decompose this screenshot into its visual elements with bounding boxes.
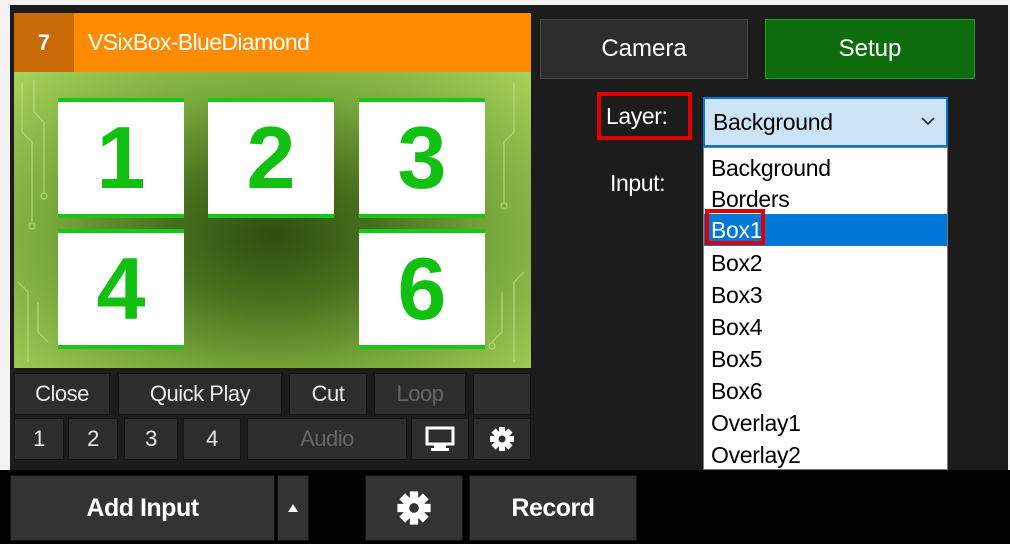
layer-option-box6[interactable]: Box6 — [704, 375, 947, 407]
overlay-2-button[interactable]: 2 — [68, 418, 118, 460]
vmix-input-window: 7 VSixBox-BlueDiamond 1 2 3 4 6 Close Qu… — [0, 0, 1010, 544]
layer-option-box5[interactable]: Box5 — [704, 343, 947, 375]
add-input-dropdown-button[interactable] — [277, 475, 309, 541]
layer-option-box3[interactable]: Box3 — [704, 279, 947, 311]
tab-setup[interactable]: Setup — [765, 19, 975, 79]
layer-option-box4[interactable]: Box4 — [704, 311, 947, 343]
input-title: VSixBox-BlueDiamond — [88, 29, 310, 55]
layer-option-box2[interactable]: Box2 — [704, 247, 947, 279]
blank-button[interactable] — [473, 373, 531, 415]
overlay-1-button[interactable]: 1 — [14, 418, 64, 460]
preview-tile-4: 4 — [58, 229, 184, 349]
preview-tile-3: 3 — [359, 98, 485, 218]
close-button[interactable]: Close — [14, 373, 110, 415]
preview-tile-1: 1 — [58, 98, 184, 218]
settings-button[interactable] — [365, 475, 463, 541]
layer-select-value: Background — [713, 109, 833, 135]
input-settings-button[interactable] — [473, 418, 531, 460]
layer-option-overlay1[interactable]: Overlay1 — [704, 407, 947, 439]
monitor-icon — [425, 426, 455, 451]
input-label: Input: — [610, 170, 666, 196]
tab-camera[interactable]: Camera — [540, 19, 748, 79]
layer-select[interactable]: Background — [703, 97, 948, 147]
overlay-4-button[interactable]: 4 — [183, 418, 241, 460]
overlay-3-button[interactable]: 3 — [124, 418, 178, 460]
box1-option-highlight — [705, 209, 765, 245]
cut-button[interactable]: Cut — [289, 373, 367, 415]
layer-dropdown-list[interactable]: Background Borders Box1 Box2 Box3 Box4 B… — [703, 147, 948, 470]
preview-tile-2: 2 — [208, 98, 334, 218]
preview-tile-6: 6 — [359, 229, 485, 349]
input-title-bar[interactable]: 7 VSixBox-BlueDiamond — [14, 13, 531, 72]
chevron-down-icon — [921, 117, 935, 126]
quick-play-button[interactable]: Quick Play — [118, 373, 282, 415]
gear-icon — [490, 427, 514, 451]
caret-up-icon — [288, 504, 298, 512]
input-preview[interactable]: 1 2 3 4 6 — [14, 72, 531, 368]
layer-option-overlay2[interactable]: Overlay2 — [704, 439, 947, 469]
record-button[interactable]: Record — [469, 475, 637, 541]
layer-label-highlight — [597, 92, 692, 140]
loop-button[interactable]: Loop — [374, 373, 466, 415]
layer-option-background[interactable]: Background — [704, 152, 947, 184]
output-monitor-button[interactable] — [411, 418, 469, 460]
add-input-button[interactable]: Add Input — [10, 475, 275, 541]
gear-icon — [397, 491, 431, 525]
audio-button[interactable]: Audio — [247, 418, 407, 460]
input-number: 7 — [14, 13, 74, 72]
